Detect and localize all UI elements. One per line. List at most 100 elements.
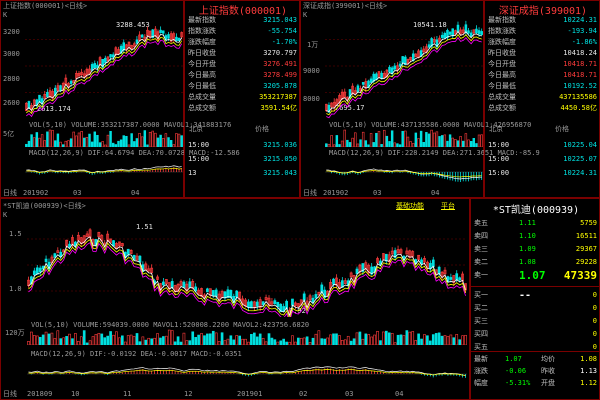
st-toolbar-link-basic[interactable]: 基础功能 bbox=[396, 202, 424, 211]
sh-chart-panel[interactable]: 上证指数(000001)<日线> K 3200 3000 2800 2600 3… bbox=[0, 0, 240, 198]
tick-row[interactable]: 15:00 3215.036 bbox=[185, 140, 301, 151]
moving-average-line bbox=[26, 34, 183, 112]
sz-chart-panel[interactable]: 深证成指(399001)<日线> K 1万 9000 8000 10541.18… bbox=[300, 0, 540, 198]
tick-row[interactable]: 15:00 10224.31 bbox=[485, 168, 600, 179]
sh-volume-chart[interactable] bbox=[25, 129, 183, 147]
bid-row[interactable]: 买一 -- 0 bbox=[471, 289, 600, 302]
volume-bar bbox=[153, 337, 156, 345]
sh-tab-label[interactable]: 上证指数(000001)<日线> bbox=[3, 2, 87, 11]
candle-body bbox=[111, 54, 115, 58]
volume-bar bbox=[469, 141, 473, 147]
ask-row[interactable]: 卖一 1.07 47339 bbox=[471, 269, 600, 282]
candle-body bbox=[361, 82, 365, 85]
candle-body bbox=[109, 54, 112, 58]
st-bid-table[interactable]: 买一 -- 0 买二 0 买三 0 买四 0 买五 0 bbox=[471, 289, 600, 351]
ask-row[interactable]: 卖三 1.09 29367 bbox=[471, 243, 600, 256]
sz-candlestick-chart[interactable] bbox=[325, 13, 483, 119]
bid-row[interactable]: 买四 0 bbox=[471, 328, 600, 341]
st-candlestick-chart[interactable] bbox=[27, 213, 467, 317]
bid-row[interactable]: 买五 0 bbox=[471, 341, 600, 354]
volume-bar bbox=[308, 342, 312, 345]
tick-row[interactable]: 15:00 10225.04 bbox=[485, 140, 600, 151]
stat-label: 开盘 bbox=[541, 379, 555, 387]
sz-tab-label[interactable]: 深证成指(399001)<日线> bbox=[303, 2, 387, 11]
volume-bar bbox=[443, 335, 447, 345]
candle-body bbox=[175, 36, 178, 42]
quote-value: -193.94 bbox=[567, 27, 597, 35]
sh-candlestick-chart[interactable] bbox=[25, 13, 183, 119]
volume-bar bbox=[30, 134, 33, 147]
st-ask-table[interactable]: 卖五 1.11 5759 卖四 1.10 16511 卖三 1.09 29367 卖二 1.08 29… bbox=[471, 217, 600, 287]
volume-bar bbox=[67, 140, 70, 147]
volume-bar bbox=[411, 331, 415, 345]
st-tab-label[interactable]: *ST凯迪(000939)<日线> bbox=[3, 202, 86, 211]
st-volume-chart[interactable] bbox=[27, 329, 467, 345]
volume-bar bbox=[250, 334, 253, 345]
ask-row[interactable]: 卖二 1.08 29228 bbox=[471, 256, 600, 269]
tick-row[interactable]: 15:00 10225.07 bbox=[485, 154, 600, 165]
volume-bar bbox=[434, 333, 438, 345]
volume-bar bbox=[59, 338, 63, 345]
st-toolbar-link-platform[interactable]: 平台 bbox=[441, 202, 455, 211]
sz-tick-list[interactable]: 北京 价格 15:00 10225.04 15:00 10225.07 15:00 102… bbox=[485, 125, 600, 195]
candle-body bbox=[437, 266, 441, 275]
volume-bar bbox=[402, 335, 406, 345]
candle-body bbox=[355, 268, 359, 274]
candle-body bbox=[122, 42, 126, 51]
volume-bar bbox=[90, 141, 94, 147]
volume-bar bbox=[273, 339, 277, 345]
volume-bar bbox=[346, 335, 350, 345]
st-date-label-1: 201809 bbox=[27, 390, 53, 398]
volume-bar bbox=[351, 137, 354, 147]
volume-bar bbox=[422, 141, 425, 147]
quote-label: 总成交额 bbox=[188, 104, 216, 112]
sz-volume-chart[interactable] bbox=[325, 129, 483, 147]
volume-bar bbox=[332, 144, 336, 147]
volume-bar bbox=[182, 332, 186, 345]
candle-body bbox=[104, 57, 107, 63]
volume-bar bbox=[446, 140, 449, 147]
quote-value: 3215.043 bbox=[263, 16, 297, 24]
bid-row[interactable]: 买三 0 bbox=[471, 315, 600, 328]
st-macd-chart[interactable] bbox=[27, 359, 467, 389]
st-date-label-5: 201901 bbox=[237, 390, 263, 398]
volume-bar bbox=[211, 330, 215, 345]
book-level-label: 卖五 bbox=[474, 219, 488, 227]
book-level-label: 买四 bbox=[474, 330, 488, 338]
stat-label: 最新 bbox=[474, 355, 488, 363]
volume-bar bbox=[150, 338, 153, 345]
volume-bar bbox=[91, 336, 95, 345]
volume-bar bbox=[159, 337, 162, 345]
tick-price: 10225.07 bbox=[563, 155, 597, 163]
volume-bar bbox=[288, 341, 291, 345]
volume-bar bbox=[349, 340, 353, 345]
volume-bar bbox=[185, 340, 189, 345]
book-level-label: 卖三 bbox=[474, 245, 488, 253]
stat-value: 1.12 bbox=[580, 379, 597, 387]
volume-bar bbox=[220, 332, 224, 345]
volume-bar bbox=[456, 140, 460, 147]
ask-row[interactable]: 卖四 1.10 16511 bbox=[471, 230, 600, 243]
volume-bar bbox=[431, 334, 435, 345]
volume-bar bbox=[452, 337, 456, 345]
moving-average-line bbox=[26, 37, 183, 115]
st-chart-panel[interactable]: *ST凯迪(000939)<日线> K 基础功能 平台 1.5 1.0 1.51… bbox=[0, 198, 470, 400]
volume-bar bbox=[159, 134, 162, 147]
volume-bar bbox=[103, 337, 107, 345]
tick-row[interactable]: 15:00 3215.050 bbox=[185, 154, 301, 165]
volume-bar bbox=[173, 341, 177, 345]
candle-body bbox=[449, 277, 453, 280]
tick-row[interactable]: 13 3215.043 bbox=[185, 168, 301, 179]
sh-tick-list[interactable]: 北京 价格 15:00 3215.036 15:00 3215.050 13 3215.0… bbox=[185, 125, 301, 195]
volume-bar bbox=[326, 337, 329, 345]
sh-macd-chart[interactable] bbox=[25, 157, 183, 187]
volume-bar bbox=[109, 130, 112, 147]
candle-body bbox=[32, 270, 36, 276]
bid-row[interactable]: 买二 0 bbox=[471, 302, 600, 315]
tick-price: 3215.036 bbox=[263, 141, 297, 149]
ask-row[interactable]: 卖五 1.11 5759 bbox=[471, 217, 600, 230]
volume-bar bbox=[376, 330, 379, 345]
sz-macd-chart[interactable] bbox=[325, 157, 483, 187]
volume-bar bbox=[232, 339, 236, 345]
book-level-label: 买三 bbox=[474, 317, 488, 325]
